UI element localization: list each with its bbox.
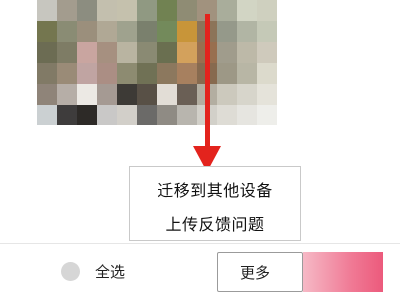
photo-tile [57, 42, 77, 63]
photo-tile [237, 63, 257, 84]
photo-tile [117, 21, 137, 42]
photo-tile [97, 21, 117, 42]
photo-tile [257, 0, 277, 21]
photo-tile [177, 21, 197, 42]
photo-tile [257, 42, 277, 63]
photo-tile [217, 63, 237, 84]
photo-tile [57, 84, 77, 105]
photo-thumbnail[interactable] [37, 0, 277, 125]
photo-tile [97, 63, 117, 84]
photo-tile [77, 42, 97, 63]
photo-tile [137, 42, 157, 63]
photo-tile [157, 0, 177, 21]
photo-tile [117, 84, 137, 105]
photo-tile [37, 0, 57, 21]
photo-tile [257, 105, 277, 125]
photo-tile [177, 63, 197, 84]
photo-tile [37, 105, 57, 125]
photo-tile [177, 105, 197, 125]
photo-tile [97, 84, 117, 105]
photo-tile [157, 84, 177, 105]
photo-tile [217, 105, 237, 125]
select-all-radio[interactable] [61, 262, 80, 281]
photo-tile [97, 105, 117, 125]
photo-tile [37, 84, 57, 105]
photo-tile [57, 63, 77, 84]
photo-tile [217, 84, 237, 105]
photo-tile [137, 21, 157, 42]
photo-tile [217, 21, 237, 42]
photo-tile [97, 42, 117, 63]
photo-tile [77, 105, 97, 125]
photo-tile [137, 63, 157, 84]
photo-tile [57, 0, 77, 21]
photo-tile [97, 0, 117, 21]
photo-tile [237, 84, 257, 105]
photo-tile [37, 63, 57, 84]
photo-tile [257, 63, 277, 84]
photo-tile [237, 21, 257, 42]
photo-tile [37, 21, 57, 42]
photo-tile [37, 42, 57, 63]
photo-tile [117, 0, 137, 21]
more-button-label: 更多 [240, 264, 271, 282]
photo-tile [77, 84, 97, 105]
photo-tile [57, 21, 77, 42]
select-all-label[interactable]: 全选 [95, 261, 125, 282]
photo-tile [137, 0, 157, 21]
photo-tile [217, 42, 237, 63]
photo-tile [257, 84, 277, 105]
menu-item-migrate-device[interactable]: 迁移到其他设备 [130, 177, 300, 201]
photo-tile [237, 42, 257, 63]
divider [0, 243, 400, 244]
photo-tile [117, 105, 137, 125]
photo-tile [177, 0, 197, 21]
photo-tile [157, 42, 177, 63]
photo-tile [117, 63, 137, 84]
photo-tile [77, 63, 97, 84]
photo-tile [257, 21, 277, 42]
photo-tile [217, 0, 237, 21]
photo-tile [117, 42, 137, 63]
photo-tile [77, 0, 97, 21]
annotation-arrow-shaft [205, 14, 210, 154]
context-menu: 迁移到其他设备 上传反馈问题 [129, 166, 301, 241]
photo-tile [157, 105, 177, 125]
pixelated-image [37, 0, 277, 125]
photo-tile [137, 105, 157, 125]
photo-tile [237, 0, 257, 21]
photo-tile [177, 84, 197, 105]
primary-action-button[interactable] [303, 252, 383, 292]
photo-tile [137, 84, 157, 105]
more-button[interactable]: 更多 [217, 252, 303, 292]
photo-tile [77, 21, 97, 42]
photo-tile [237, 105, 257, 125]
photo-tile [177, 42, 197, 63]
photo-tile [57, 105, 77, 125]
menu-item-upload-feedback[interactable]: 上传反馈问题 [130, 211, 300, 235]
photo-tile [157, 63, 177, 84]
photo-tile [157, 21, 177, 42]
